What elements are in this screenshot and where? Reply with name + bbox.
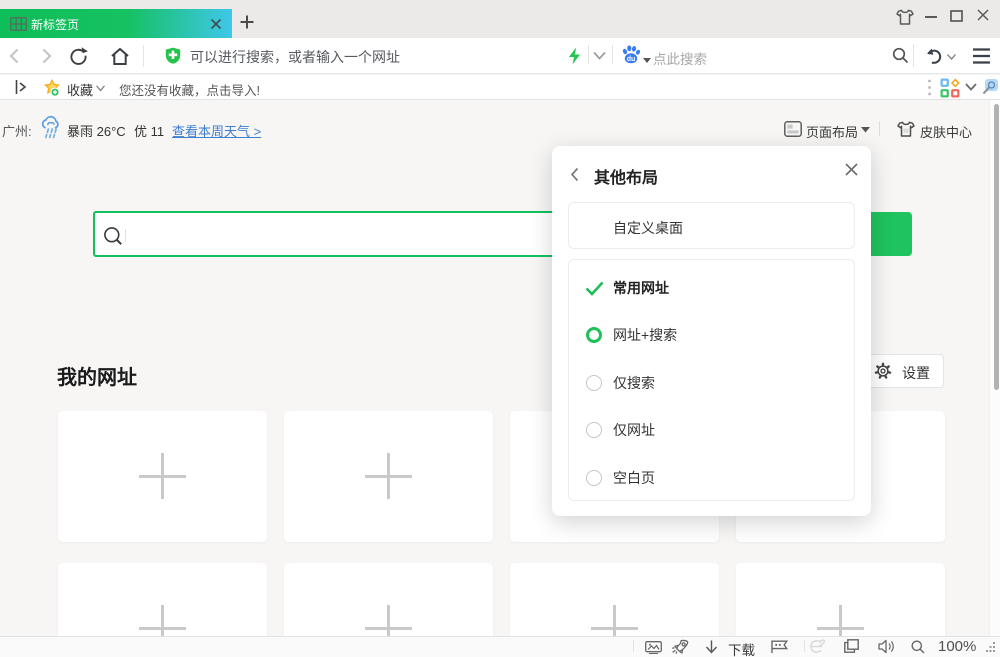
svg-text:du: du [627,56,636,63]
